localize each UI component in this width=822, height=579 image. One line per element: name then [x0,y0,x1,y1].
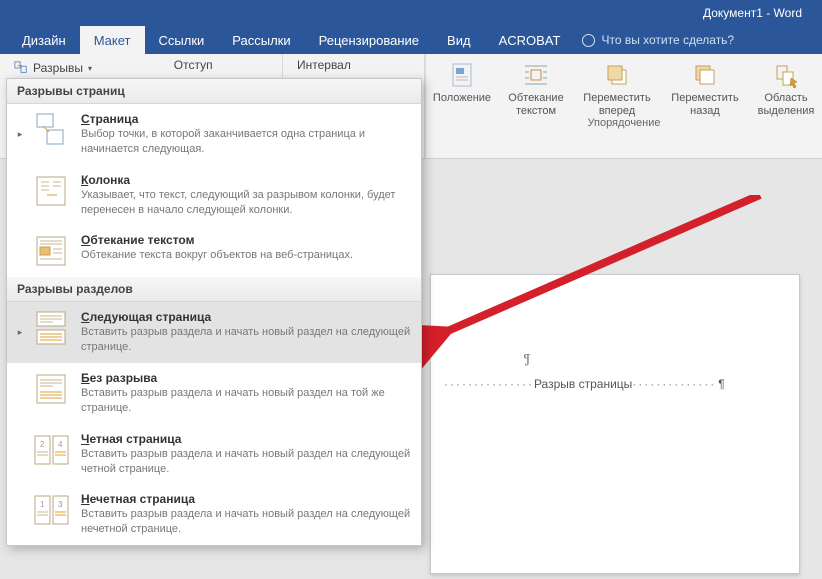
backward-label: Переместить назад [666,92,744,117]
item-title: Четная страница [81,432,411,446]
tell-me[interactable]: Что вы хотите сделать? [574,26,742,54]
arrange-group-label: Упорядочение [430,117,818,131]
item-desc: Указывает, что текст, следующий за разры… [81,188,411,218]
svg-text:1: 1 [40,500,45,509]
wrap-label: Обтекание текстом [504,92,568,117]
item-title: Страница [81,112,411,126]
pilcrow-mark-2: ¶ [718,377,724,391]
selection-pane-button[interactable]: Область выделения [754,58,818,117]
send-backward-button[interactable]: Переместить назад [666,58,744,117]
chevron-down-icon: ▾ [88,64,92,73]
tab-view[interactable]: Вид [433,26,485,54]
page[interactable]: ¶ ··············· Разрыв страницы ······… [430,274,800,574]
item-desc: Выбор точки, в которой заканчивается одн… [81,127,411,157]
odd-page-icon: 13 [33,492,71,528]
ribbon-tabs: Дизайн Макет Ссылки Рассылки Рецензирова… [0,26,822,54]
breaks-dropdown: Разрывы страниц ▸ Страница Выбор точки, … [6,78,422,546]
bring-forward-button[interactable]: Переместить вперед [578,58,656,117]
window-title: Документ1 - Word [703,6,802,20]
dots-right: ·············· [632,377,716,391]
item-title: Без разрыва [81,371,411,385]
breaks-label: Разрывы [33,61,83,75]
item-title: Обтекание текстом [81,233,411,247]
item-desc: Вставить разрыв раздела и начать новый р… [81,386,411,416]
dots-left: ··············· [444,377,534,391]
continuous-icon [33,371,71,407]
spacing-label: Интервал [297,58,410,72]
chevron-icon: ▸ [17,310,23,355]
item-desc: Вставить разрыв раздела и начать новый р… [81,507,411,537]
item-desc: Обтекание текста вокруг объектов на веб-… [81,248,411,263]
breaks-icon [14,61,28,75]
tab-references[interactable]: Ссылки [145,26,219,54]
breaks-button[interactable]: Разрывы ▾ [9,58,97,78]
next-page-icon [33,310,71,346]
tab-review[interactable]: Рецензирование [305,26,433,54]
menu-item-odd-page[interactable]: 13 Нечетная страница Вставить разрыв раз… [7,484,421,545]
forward-label: Переместить вперед [578,92,656,117]
position-button[interactable]: Положение [430,58,494,117]
svg-text:2: 2 [40,440,45,449]
tab-design[interactable]: Дизайн [8,26,80,54]
svg-text:3: 3 [58,500,63,509]
selection-icon [769,58,803,92]
menu-item-text-wrapping-break[interactable]: Обтекание текстом Обтекание текста вокру… [7,225,421,277]
wrap-icon [519,58,553,92]
indent-label: Отступ [174,58,268,72]
position-icon [445,58,479,92]
selection-label: Область выделения [754,92,818,117]
position-label: Положение [433,92,491,105]
page-break-icon [33,112,71,148]
item-title: Следующая страница [81,310,411,324]
menu-item-page-break[interactable]: ▸ Страница Выбор точки, в которой заканч… [7,104,421,165]
even-page-icon: 24 [33,432,71,468]
chevron-icon: ▸ [17,112,23,157]
dropdown-header-section-breaks: Разрывы разделов [7,277,421,302]
break-label: Разрыв страницы [534,377,632,391]
menu-item-even-page[interactable]: 24 Четная страница Вставить разрыв разде… [7,424,421,485]
pilcrow-mark: ¶ [523,350,531,367]
svg-text:4: 4 [58,440,63,449]
title-bar: Документ1 - Word [0,0,822,26]
wrap-button[interactable]: Обтекание текстом [504,58,568,117]
text-wrap-break-icon [33,233,71,269]
menu-item-continuous[interactable]: Без разрыва Вставить разрыв раздела и на… [7,363,421,424]
menu-item-column-break[interactable]: Колонка Указывает, что текст, следующий … [7,165,421,226]
menu-item-next-page[interactable]: ▸ Следующая страница Вставить разрыв раз… [7,302,421,363]
tab-mailings[interactable]: Рассылки [218,26,304,54]
tell-me-label: Что вы хотите сделать? [601,33,734,47]
tab-acrobat[interactable]: ACROBAT [485,26,575,54]
item-desc: Вставить разрыв раздела и начать новый р… [81,325,411,355]
arrange-group: Положение Обтекание текстом Переместить … [425,54,822,158]
dropdown-header-page-breaks: Разрывы страниц [7,79,421,104]
page-break-marker: ··············· Разрыв страницы ········… [444,377,725,391]
item-title: Колонка [81,173,411,187]
tab-layout[interactable]: Макет [80,26,145,54]
backward-icon [688,58,722,92]
lightbulb-icon [582,34,595,47]
item-desc: Вставить разрыв раздела и начать новый р… [81,447,411,477]
forward-icon [600,58,634,92]
item-title: Нечетная страница [81,492,411,506]
column-break-icon [33,173,71,209]
